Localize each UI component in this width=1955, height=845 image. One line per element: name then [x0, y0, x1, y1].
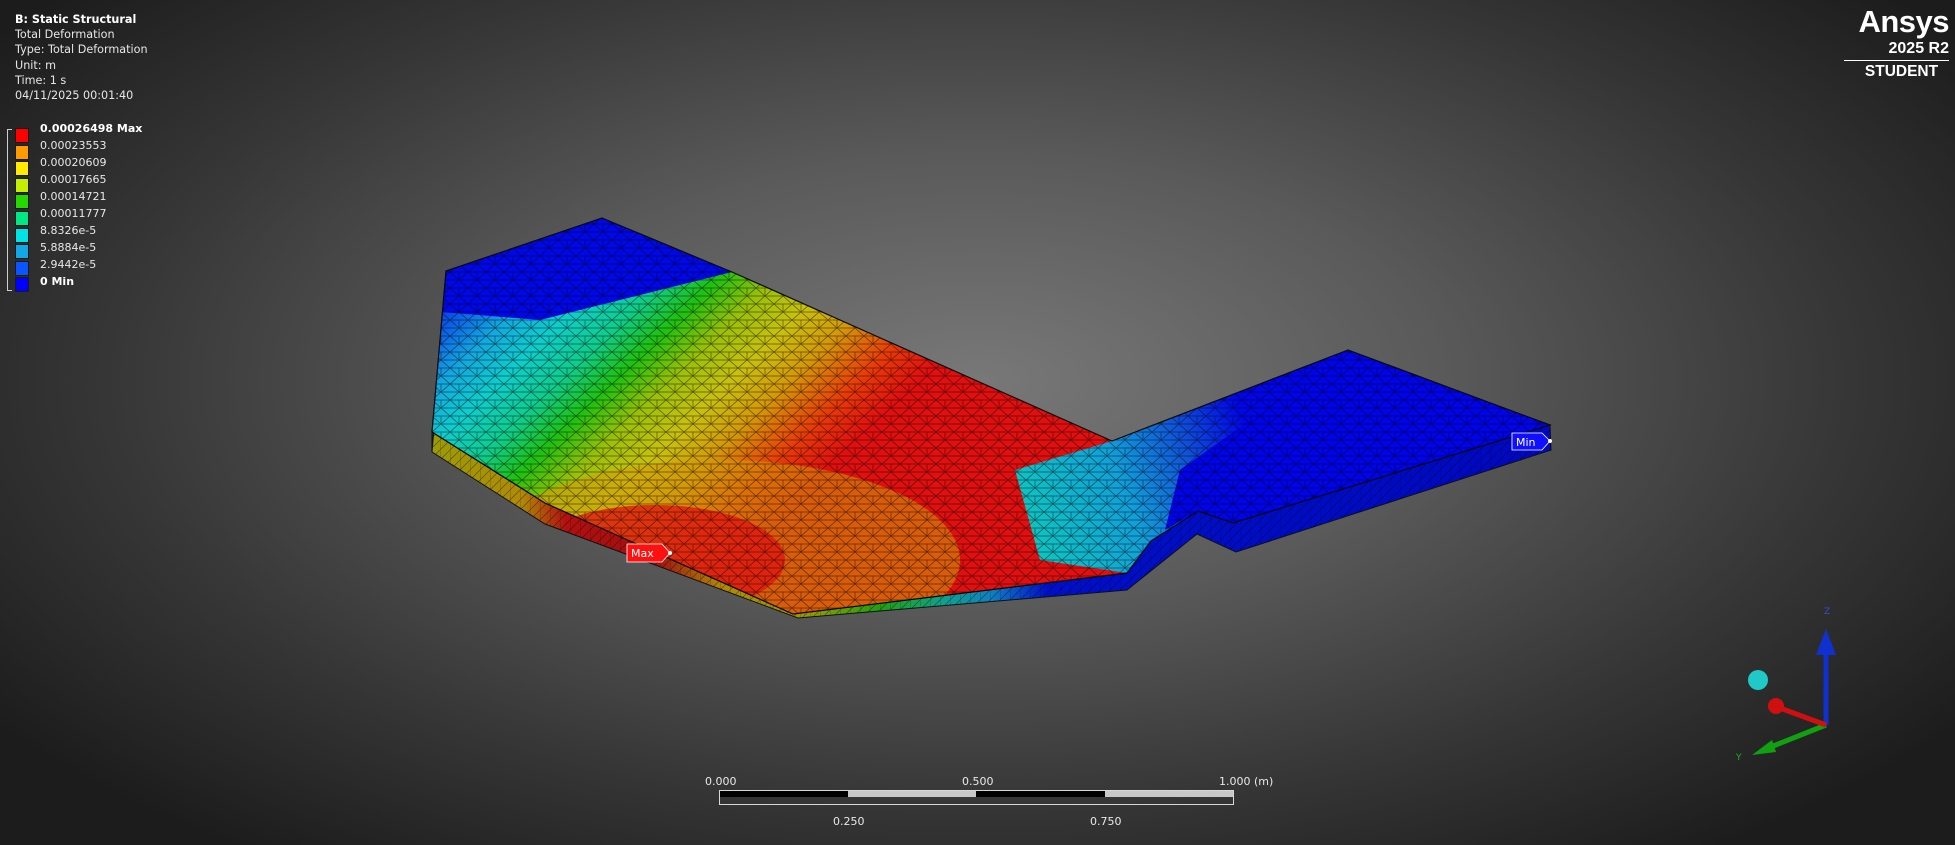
x-axis-ball: [1768, 698, 1784, 714]
isometric-view-ball: [1748, 670, 1768, 690]
min-probe-label: Min: [1516, 436, 1536, 449]
z-axis-arrow: [1816, 629, 1836, 655]
max-probe-label: Max: [631, 547, 654, 560]
y-axis-arrow: [1752, 740, 1776, 755]
scale-label-0250: 0.250: [833, 815, 865, 828]
scale-label-0: 0.000: [705, 775, 737, 788]
scale-label-0750: 0.750: [1090, 815, 1122, 828]
triad-y-label: Y: [1735, 753, 1742, 763]
scale-label-0500: 0.500: [962, 775, 994, 788]
scale-bar: [719, 790, 1234, 805]
scale-label-1000: 1.000 (m): [1219, 775, 1274, 788]
graphics-viewport[interactable]: Max Min Z Y: [0, 0, 1955, 845]
triad-z-label: Z: [1824, 607, 1830, 617]
coordinate-triad[interactable]: Z Y: [1735, 607, 1836, 763]
